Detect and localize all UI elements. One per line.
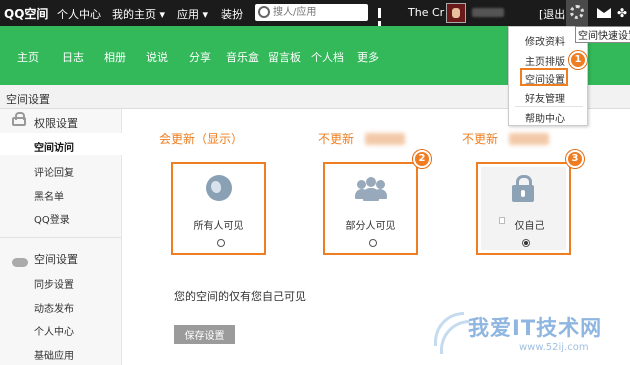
sidebar-section-space-settings[interactable]: 空间设置 (34, 251, 78, 267)
sidebar-section-permissions[interactable]: 权限设置 (34, 115, 78, 131)
nav-more[interactable]: 更多 (357, 49, 379, 65)
gear-icon (570, 5, 584, 19)
nav-home[interactable]: 主页 (17, 49, 39, 65)
option-label: 所有人可见 (193, 221, 244, 232)
sidebar-item-qq-login[interactable]: QQ登录 (34, 211, 70, 226)
option-some-people[interactable]: 部分人可见 (323, 162, 418, 255)
nav-album[interactable]: 相册 (104, 49, 126, 65)
page-title: 空间设置 (6, 93, 50, 106)
user-name[interactable]: The Cr (408, 6, 444, 19)
sidebar-item-blacklist[interactable]: 黑名单 (34, 188, 64, 203)
option-only-me[interactable]: 仅自己 (476, 162, 571, 255)
nav-my-homepage[interactable]: 我的主页 ▾ (112, 6, 165, 22)
radio-only-me[interactable] (522, 239, 530, 247)
option-label: 部分人可见 (345, 221, 396, 232)
logout-link[interactable]: [退出] (539, 6, 570, 22)
annotation-not-updated-3: 不更新 (462, 132, 499, 146)
nav-share[interactable]: 分享 (189, 49, 211, 65)
annotation-not-updated-2: 不更新 (318, 132, 355, 146)
settings-button[interactable] (566, 0, 588, 26)
mail-icon[interactable] (597, 8, 611, 18)
option-label: 仅自己 (514, 221, 545, 232)
sidebar-item-sync[interactable]: 同步设置 (34, 276, 74, 291)
blurred-text (365, 133, 405, 145)
watermark: 我爱IT技术网 www.52ij.com (418, 292, 630, 365)
sidebar: 权限设置 空间访问 评论回复 黑名单 QQ登录 空间设置 同步设置 动态发布 个… (0, 109, 122, 365)
nav-music[interactable]: 音乐盒 (226, 49, 259, 65)
nav-personal-center[interactable]: 个人中心 (57, 6, 101, 22)
step-badge-2: 2 (413, 150, 431, 168)
nav-blog[interactable]: 日志 (62, 49, 84, 65)
nav-dressup[interactable]: 装扮 (221, 6, 243, 22)
option-everyone[interactable]: 所有人可见 (171, 162, 266, 255)
annotation-shown: 会更新（显示） (159, 132, 244, 146)
clover-icon[interactable]: ✤ (617, 6, 627, 20)
radio-some-people[interactable] (369, 239, 377, 247)
tooltip: 空间快速设置 (575, 26, 630, 43)
search-input[interactable] (273, 4, 365, 21)
step-badge-3: 3 (566, 150, 584, 168)
nav-apps[interactable]: 应用 ▾ (177, 6, 208, 22)
menu-friend-management[interactable]: 好友管理 (525, 90, 565, 105)
menu-help-center[interactable]: 帮助中心 (525, 110, 565, 125)
menu-homepage-layout[interactable]: 主页排版 (525, 53, 565, 68)
pause-icon[interactable] (378, 8, 386, 31)
search-box[interactable] (255, 4, 368, 21)
avatar[interactable] (446, 3, 466, 23)
nav-shuoshuo[interactable]: 说说 (146, 49, 168, 65)
sidebar-item-basic-apps[interactable]: 基础应用 (34, 347, 74, 362)
save-settings-button[interactable]: 保存设置 (174, 325, 235, 344)
blurred-nickname (472, 8, 504, 17)
nav-profile[interactable]: 个人档 (311, 49, 344, 65)
sidebar-divider (0, 237, 122, 238)
lock-icon (512, 175, 534, 202)
visibility-info: 您的空间的仅有您自己可见 (174, 290, 306, 303)
sidebar-item-personal-center[interactable]: 个人中心 (34, 323, 74, 338)
sidebar-item-feed-publish[interactable]: 动态发布 (34, 300, 74, 315)
watermark-url: www.52ij.com (519, 342, 589, 353)
menu-edit-profile[interactable]: 修改资料 (525, 33, 565, 48)
menu-space-settings[interactable]: 空间设置 (525, 71, 565, 86)
blurred-text (509, 133, 549, 145)
sidebar-item-comments[interactable]: 评论回复 (34, 164, 74, 179)
watermark-title: 我爱IT技术网 (468, 316, 603, 340)
globe-icon (206, 175, 232, 201)
cloud-icon (12, 258, 28, 267)
nav-guestbook[interactable]: 留言板 (268, 49, 301, 65)
step-badge-1: 1 (569, 51, 587, 69)
top-bar: QQ空间 个人中心 我的主页 ▾ 应用 ▾ 装扮 The Cr [退出] ✤ (0, 0, 630, 31)
qzone-logo[interactable]: QQ空间 (4, 5, 48, 22)
people-icon (355, 177, 387, 201)
radio-everyone[interactable] (217, 239, 225, 247)
menu-divider (515, 106, 583, 107)
lock-icon (12, 112, 26, 126)
search-icon[interactable] (258, 6, 270, 18)
sidebar-item-space-access[interactable]: 空间访问 (34, 139, 74, 154)
